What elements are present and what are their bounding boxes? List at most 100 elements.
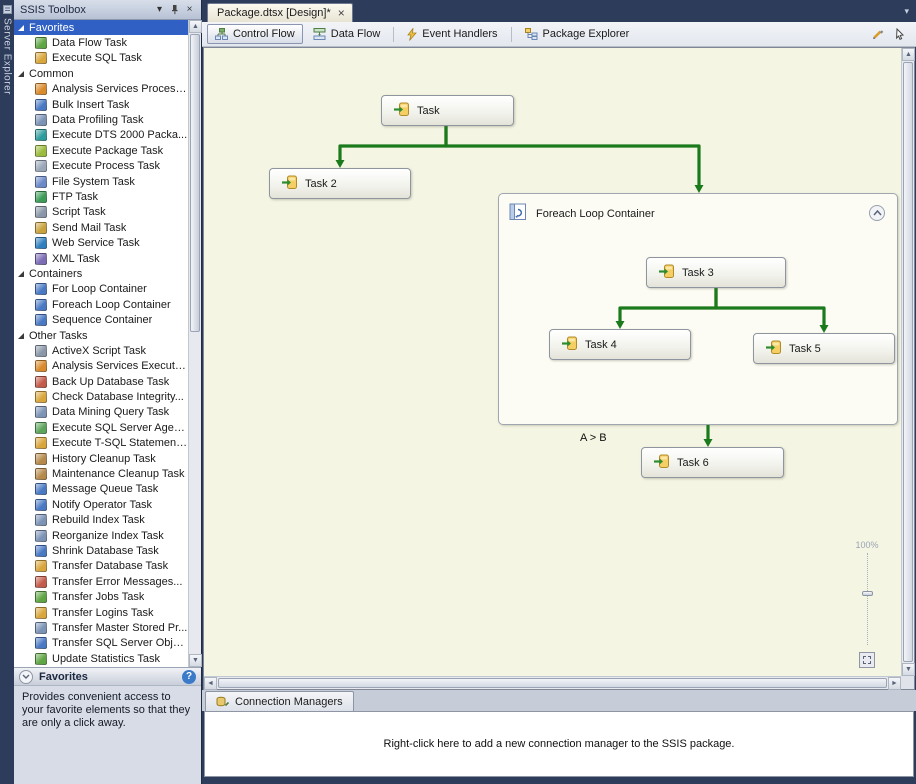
precedence-constraint[interactable] (446, 126, 699, 186)
vertical-scrollbar[interactable]: ▲ ▼ (901, 48, 914, 676)
toolbox-item-update-statistics-task[interactable]: Update Statistics Task (14, 651, 188, 666)
toolbox-item-message-queue-task[interactable]: Message Queue Task (14, 482, 188, 497)
connection-managers-tab[interactable]: Connection Managers (205, 691, 354, 711)
toolbox-menu-icon[interactable]: ▾ (152, 2, 167, 17)
server-explorer-icon (3, 5, 12, 14)
toolbox-item-transfer-sql-server-obje[interactable]: Transfer SQL Server Obje... (14, 636, 188, 651)
toolbox-item-data-mining-query-task[interactable]: Data Mining Query Task (14, 405, 188, 420)
scrollbar-thumb[interactable] (190, 34, 200, 332)
task-node-task5[interactable]: Task 5 (753, 333, 895, 364)
help-icon[interactable]: ? (182, 670, 196, 684)
design-surface[interactable]: 100% Foreach Loop ContainerTaskTask 2Tas… (204, 48, 901, 676)
data-mining-query-task-icon (35, 406, 47, 418)
main-editor-area: Package.dtsx [Design]* × ▾ Control Flow … (202, 0, 916, 784)
toolbox-scrollbar[interactable]: ▲ ▼ (188, 20, 201, 667)
scrollbar-thumb[interactable] (903, 62, 913, 662)
transfer-error-messages-task-icon (35, 576, 47, 588)
toolbox-section-favorites[interactable]: Favorites (14, 20, 188, 35)
scroll-up-icon[interactable]: ▲ (189, 20, 202, 33)
tab-event-handlers[interactable]: Event Handlers (399, 24, 505, 44)
toolbox-item-transfer-error-messages[interactable]: Transfer Error Messages... (14, 574, 188, 589)
tab-package-explorer[interactable]: Package Explorer (517, 24, 638, 44)
tab-list-dropdown-icon[interactable]: ▾ (904, 6, 909, 17)
scroll-down-icon[interactable]: ▼ (189, 654, 202, 667)
toolbox-item-rebuild-index-task[interactable]: Rebuild Index Task (14, 513, 188, 528)
toolbox-section-common[interactable]: Common (14, 66, 188, 81)
toolbox-item-for-loop-container[interactable]: For Loop Container (14, 282, 188, 297)
connection-managers-panel[interactable]: Right-click here to add a new connection… (204, 711, 914, 777)
task-node-task2[interactable]: Task 2 (269, 168, 411, 199)
scrollbar-thumb[interactable] (218, 678, 887, 688)
toolbox-item-analysis-services-execute[interactable]: Analysis Services Execute... (14, 359, 188, 374)
toolbox-item-back-up-database-task[interactable]: Back Up Database Task (14, 374, 188, 389)
toolbox-item-shrink-database-task[interactable]: Shrink Database Task (14, 543, 188, 558)
toolbox-item-data-profiling-task[interactable]: Data Profiling Task (14, 112, 188, 127)
toolbox-item-check-database-integrity[interactable]: Check Database Integrity... (14, 389, 188, 404)
toolbox-item-sequence-container[interactable]: Sequence Container (14, 312, 188, 327)
toolbox-item-execute-dts-2000-packa[interactable]: Execute DTS 2000 Packa... (14, 128, 188, 143)
scroll-left-icon[interactable]: ◄ (204, 677, 217, 690)
toolbox-item-file-system-task[interactable]: File System Task (14, 174, 188, 189)
toolbox-item-transfer-master-stored-pr[interactable]: Transfer Master Stored Pr... (14, 620, 188, 635)
scroll-right-icon[interactable]: ► (888, 677, 901, 690)
toolbox-item-label: Sequence Container (52, 314, 152, 326)
toolbox-item-transfer-jobs-task[interactable]: Transfer Jobs Task (14, 589, 188, 604)
toolbox-item-execute-t-sql-statement[interactable]: Execute T-SQL Statement... (14, 436, 188, 451)
toolbox-item-label: Analysis Services Execute... (52, 360, 188, 372)
toolbox-item-execute-sql-task[interactable]: Execute SQL Task (14, 51, 188, 66)
precedence-constraint[interactable] (620, 288, 716, 322)
toolbox-item-label: Foreach Loop Container (52, 299, 171, 311)
toolbox-item-label: Transfer Database Task (52, 560, 168, 572)
task-node-task4[interactable]: Task 4 (549, 329, 691, 360)
toolbox-item-history-cleanup-task[interactable]: History Cleanup Task (14, 451, 188, 466)
toolbox-item-execute-sql-server-agen[interactable]: Execute SQL Server Agen... (14, 420, 188, 435)
toolbox-item-analysis-services-processi[interactable]: Analysis Services Processi... (14, 82, 188, 97)
server-explorer-tab[interactable]: Server Explorer (0, 5, 14, 95)
toolbox-item-foreach-loop-container[interactable]: Foreach Loop Container (14, 297, 188, 312)
toolbox-item-send-mail-task[interactable]: Send Mail Task (14, 220, 188, 235)
toolbox-item-bulk-insert-task[interactable]: Bulk Insert Task (14, 97, 188, 112)
toolbox-section-other-tasks[interactable]: Other Tasks (14, 328, 188, 343)
precedence-constraint[interactable] (340, 126, 446, 161)
data-profiling-task-icon (35, 114, 47, 126)
toolbox-item-label: Execute DTS 2000 Packa... (52, 129, 187, 141)
toolbox-item-web-service-task[interactable]: Web Service Task (14, 235, 188, 250)
toolbox-item-label: Execute SQL Task (52, 52, 142, 64)
task-node-task3[interactable]: Task 3 (646, 257, 786, 288)
close-icon[interactable]: × (182, 2, 197, 17)
toolbox-item-label: Shrink Database Task (52, 545, 159, 557)
scroll-down-icon[interactable]: ▼ (902, 663, 915, 676)
tab-control-flow[interactable]: Control Flow (207, 24, 303, 44)
help-description: Provides convenient access to your favor… (14, 686, 201, 735)
collapse-circle-icon[interactable] (19, 670, 33, 684)
toolbox-item-notify-operator-task[interactable]: Notify Operator Task (14, 497, 188, 512)
toolbox-item-execute-process-task[interactable]: Execute Process Task (14, 159, 188, 174)
toolbox-item-xml-task[interactable]: XML Task (14, 251, 188, 266)
toolbox-item-activex-script-task[interactable]: ActiveX Script Task (14, 343, 188, 358)
toolbox-item-ftp-task[interactable]: FTP Task (14, 189, 188, 204)
pencil-icon[interactable] (870, 26, 886, 42)
toolbox-item-script-task[interactable]: Script Task (14, 205, 188, 220)
scroll-up-icon[interactable]: ▲ (902, 48, 915, 61)
arrowhead-icon (820, 325, 829, 333)
horizontal-scrollbar[interactable]: ◄ ► (204, 676, 901, 689)
task-node-task[interactable]: Task (381, 95, 514, 126)
toolbox-item-label: ActiveX Script Task (52, 345, 146, 357)
cursor-icon[interactable] (892, 26, 908, 42)
toolbox-titlebar: SSIS Toolbox ▾ × (14, 0, 201, 20)
pin-icon[interactable] (167, 2, 182, 17)
transfer-logins-task-icon (35, 607, 47, 619)
toolbox-item-transfer-logins-task[interactable]: Transfer Logins Task (14, 605, 188, 620)
toolbox-item-transfer-database-task[interactable]: Transfer Database Task (14, 559, 188, 574)
task-node-task6[interactable]: Task 6 (641, 447, 784, 478)
doc-tab-package-dtsx[interactable]: Package.dtsx [Design]* × (207, 3, 353, 22)
toolbox-item-data-flow-task[interactable]: Data Flow Task (14, 35, 188, 50)
close-icon[interactable]: × (338, 8, 345, 18)
toolbox-section-containers[interactable]: Containers (14, 266, 188, 281)
history-cleanup-task-icon (35, 453, 47, 465)
precedence-constraint[interactable] (716, 288, 824, 326)
toolbox-item-execute-package-task[interactable]: Execute Package Task (14, 143, 188, 158)
toolbox-item-maintenance-cleanup-task[interactable]: Maintenance Cleanup Task (14, 466, 188, 481)
tab-data-flow[interactable]: Data Flow (305, 24, 389, 44)
toolbox-item-reorganize-index-task[interactable]: Reorganize Index Task (14, 528, 188, 543)
